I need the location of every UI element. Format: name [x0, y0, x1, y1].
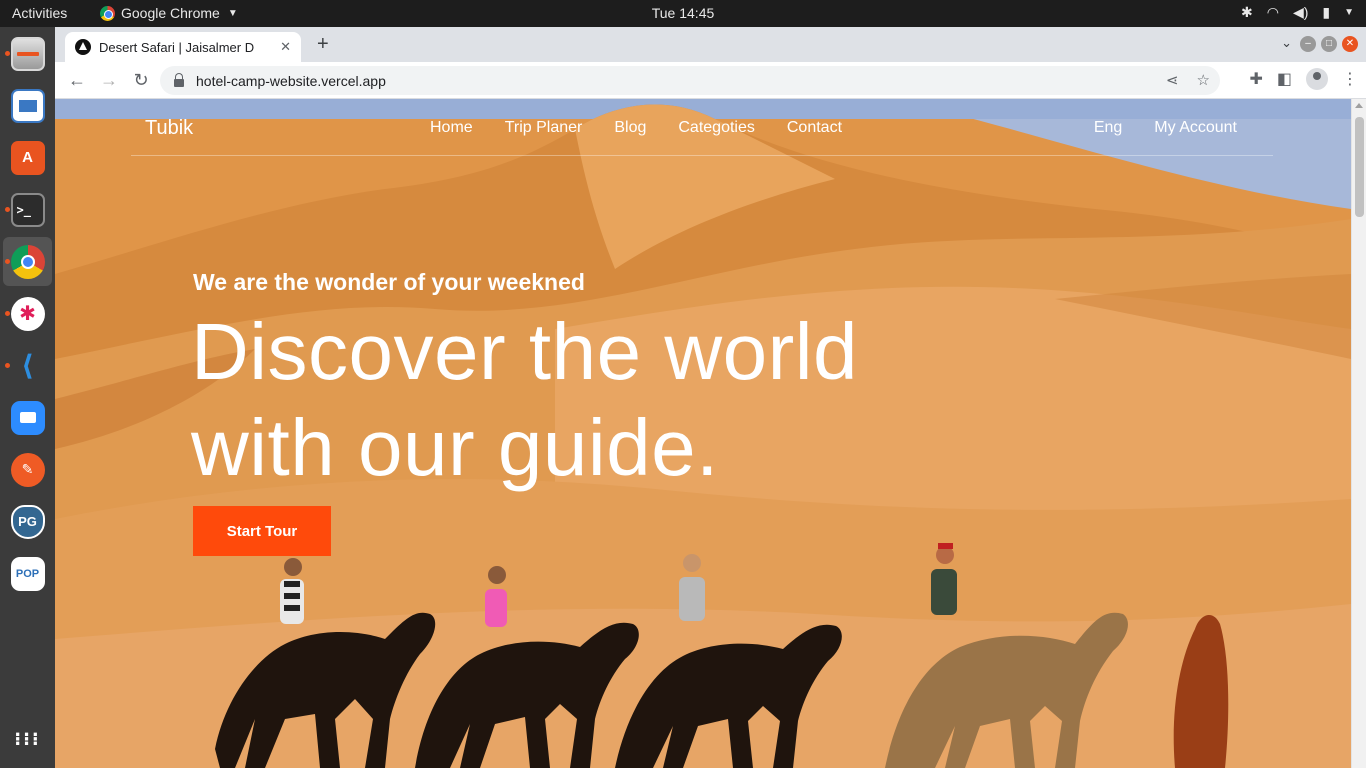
system-tray[interactable]: ✱ ◠ ◀) ▮ ▼: [1241, 4, 1354, 21]
dock-document-viewer[interactable]: [3, 81, 52, 130]
lock-icon[interactable]: [174, 72, 184, 87]
profile-avatar-icon[interactable]: [1306, 68, 1328, 90]
page-scrollbar[interactable]: [1351, 99, 1366, 768]
minimize-icon[interactable]: –: [1300, 36, 1316, 52]
dock-postman[interactable]: ✎: [3, 445, 52, 494]
nav-my-account[interactable]: My Account: [1154, 119, 1237, 137]
postgres-icon: PG: [10, 504, 45, 539]
zoom-icon: [10, 400, 45, 435]
hero-title-line-1: Discover the world: [191, 307, 859, 396]
new-tab-button[interactable]: +: [317, 33, 329, 56]
dock-terminal[interactable]: >_: [3, 185, 52, 234]
app-grid-icon: ⁝⁝⁝: [14, 729, 41, 749]
close-window-icon[interactable]: ✕: [1342, 36, 1358, 52]
vscode-icon: ⟨: [21, 350, 34, 381]
dock-popos[interactable]: POP: [3, 549, 52, 598]
slack-tray-icon[interactable]: ✱: [1241, 4, 1253, 21]
chrome-icon: [10, 244, 45, 279]
dock-slack[interactable]: ✱: [3, 289, 52, 338]
tab-strip: Desert Safari | Jaisalmer D ✕ + ⌄ – □ ✕: [55, 27, 1366, 62]
nav-blog[interactable]: Blog: [614, 119, 646, 137]
dock-chrome[interactable]: [3, 237, 52, 286]
nav-language[interactable]: Eng: [1094, 119, 1122, 137]
slack-icon: ✱: [10, 296, 45, 331]
running-indicator: [5, 363, 10, 368]
dock-show-apps[interactable]: ⁝⁝⁝: [3, 715, 52, 764]
tab-active[interactable]: Desert Safari | Jaisalmer D ✕: [65, 32, 301, 62]
document-viewer-icon: [10, 88, 45, 123]
files-icon: [10, 36, 45, 71]
nav-categories[interactable]: Categoties: [678, 119, 755, 137]
clock[interactable]: Tue 14:45: [0, 5, 1366, 21]
browser-toolbar: ← → ↻ hotel-camp-website.vercel.app ⋖ ☆ …: [55, 62, 1366, 99]
address-bar[interactable]: hotel-camp-website.vercel.app ⋖ ☆: [160, 66, 1220, 95]
hero-title: Discover the world with our guide.: [191, 304, 951, 496]
volume-icon[interactable]: ◀): [1293, 4, 1308, 21]
tab-title: Desert Safari | Jaisalmer D: [99, 39, 255, 55]
menu-kebab-icon[interactable]: ⋮: [1342, 69, 1358, 89]
reload-icon[interactable]: ↻: [125, 66, 157, 94]
page-viewport: Tubik Home Trip Planer Blog Categoties C…: [55, 99, 1351, 768]
popos-icon: POP: [10, 556, 45, 591]
wifi-icon[interactable]: ◠: [1267, 4, 1279, 21]
start-tour-button[interactable]: Start Tour: [193, 506, 331, 556]
dock-postgres[interactable]: PG: [3, 497, 52, 546]
tab-close-icon[interactable]: ✕: [280, 39, 291, 55]
scroll-up-icon[interactable]: [1355, 103, 1363, 108]
dock: A >_ ✱ ⟨ ✎ PG POP ⁝⁝⁝: [0, 27, 55, 768]
nav-contact[interactable]: Contact: [787, 119, 842, 137]
forward-icon[interactable]: →: [93, 66, 125, 94]
maximize-icon[interactable]: □: [1321, 36, 1337, 52]
back-icon[interactable]: ←: [61, 66, 93, 94]
running-indicator: [5, 51, 10, 56]
hero-subtitle: We are the wonder of your weekned: [193, 269, 585, 295]
chrome-window: Desert Safari | Jaisalmer D ✕ + ⌄ – □ ✕ …: [55, 27, 1366, 768]
dock-files[interactable]: [3, 29, 52, 78]
running-indicator: [5, 259, 10, 264]
url-text[interactable]: hotel-camp-website.vercel.app: [196, 73, 386, 89]
site-menu-right: Eng My Account: [1094, 119, 1237, 137]
site-menu: Home Trip Planer Blog Categoties Contact: [430, 119, 842, 137]
software-center-icon: A: [10, 140, 45, 175]
system-top-bar: Activities Google Chrome ▼ Tue 14:45 ✱ ◠…: [0, 0, 1366, 27]
postman-icon: ✎: [10, 452, 45, 487]
extensions-icon[interactable]: ✚: [1249, 69, 1262, 89]
nav-home[interactable]: Home: [430, 119, 473, 137]
scrollbar-thumb[interactable]: [1355, 117, 1364, 217]
chevron-down-icon[interactable]: ▼: [1344, 7, 1354, 18]
dock-zoom[interactable]: [3, 393, 52, 442]
battery-icon[interactable]: ▮: [1322, 4, 1330, 21]
dock-vscode[interactable]: ⟨: [3, 341, 52, 390]
running-indicator: [5, 311, 10, 316]
share-icon[interactable]: ⋖: [1166, 71, 1179, 89]
window-controls: – □ ✕: [1300, 36, 1358, 52]
site-navbar: Tubik Home Trip Planer Blog Categoties C…: [131, 99, 1273, 156]
bookmark-star-icon[interactable]: ☆: [1197, 71, 1210, 89]
side-panel-icon[interactable]: ◧: [1277, 69, 1292, 89]
nav-trip-planer[interactable]: Trip Planer: [505, 119, 583, 137]
hero-title-line-2: with our guide.: [191, 403, 719, 492]
site-logo[interactable]: Tubik: [145, 117, 193, 140]
omnibox-actions: ⋖ ☆: [1166, 71, 1210, 89]
tab-search-icon[interactable]: ⌄: [1281, 35, 1292, 51]
site-favicon-icon: [75, 39, 91, 55]
terminal-icon: >_: [10, 192, 45, 227]
toolbar-right: ✚ ◧ ⋮: [1249, 68, 1358, 90]
dock-software-center[interactable]: A: [3, 133, 52, 182]
running-indicator: [5, 207, 10, 212]
